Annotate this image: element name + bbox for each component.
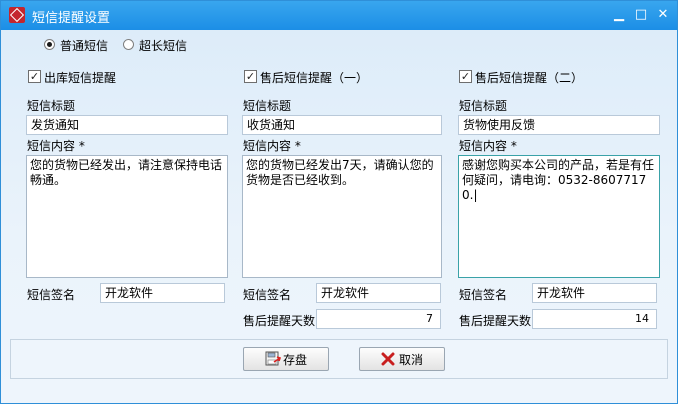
panel3-content-textarea[interactable]: 感谢您购买本公司的产品，若是有任何疑问，请电询：0532-86077170.| (458, 155, 660, 278)
aftersales-1-header[interactable]: 售后短信提醒（一） (260, 69, 368, 86)
app-logo-icon (9, 7, 25, 23)
save-button-label: 存盘 (282, 352, 307, 367)
panel3-title-input[interactable]: 货物使用反馈 (458, 115, 660, 135)
aftersales-2-header[interactable]: 售后短信提醒（二） (475, 69, 583, 86)
cancel-button-label: 取消 (398, 352, 423, 367)
panel3-content-label: 短信内容 * (459, 139, 517, 153)
panel2-title-input[interactable]: 收货通知 (242, 115, 442, 135)
panel2-sign-input[interactable]: 开龙软件 (316, 283, 441, 303)
radio-long-sms-label[interactable]: 超长短信 (139, 37, 187, 54)
checkbox-aftersales-1[interactable]: ✓ (244, 70, 257, 83)
panel3-sign-label: 短信签名 (459, 288, 508, 302)
panel3-days-input[interactable]: 14 (532, 309, 657, 329)
panel2-title-label: 短信标题 (243, 99, 292, 113)
panel3-sign-input[interactable]: 开龙软件 (532, 283, 657, 303)
button-bar (10, 339, 668, 379)
outbound-sms-header[interactable]: 出库短信提醒 (44, 69, 116, 86)
panel2-days-input[interactable]: 7 (316, 309, 441, 329)
radio-normal-sms[interactable] (44, 39, 55, 50)
close-icon[interactable]: ✕ (653, 6, 673, 24)
panel2-content-label: 短信内容 * (243, 139, 301, 153)
panel1-title-label: 短信标题 (27, 99, 76, 113)
checkbox-outbound-sms[interactable]: ✓ (28, 70, 41, 83)
panel2-days-label: 售后提醒天数 (243, 314, 316, 328)
dialog-body: 普通短信 超长短信 ✓ 出库短信提醒 短信标题 发货通知 短信内容 * 您的货物… (1, 30, 677, 403)
radio-long-sms[interactable] (123, 39, 134, 50)
panel1-sign-label: 短信签名 (27, 288, 76, 302)
save-disk-icon (265, 351, 281, 367)
checkbox-aftersales-2[interactable]: ✓ (459, 70, 472, 83)
panel2-sign-label: 短信签名 (243, 288, 292, 302)
panel2-content-textarea[interactable]: 您的货物已经发出7天，请确认您的货物是否已经收到。 (242, 155, 442, 278)
panel3-title-label: 短信标题 (459, 99, 508, 113)
sms-reminder-settings-window: 短信提醒设置 ▁ □ ✕ 普通短信 超长短信 ✓ 出库短信提醒 短信标题 发货通… (0, 0, 678, 404)
cancel-button[interactable]: 取消 (359, 347, 445, 371)
radio-normal-sms-label[interactable]: 普通短信 (60, 37, 108, 54)
panel1-sign-input[interactable]: 开龙软件 (100, 283, 225, 303)
panel1-content-textarea[interactable]: 您的货物已经发出，请注意保持电话畅通。 (26, 155, 228, 278)
save-button[interactable]: 存盘 (243, 347, 329, 371)
minimize-icon[interactable]: ▁ (609, 6, 629, 24)
red-x-icon (381, 352, 395, 366)
title-bar: 短信提醒设置 ▁ □ ✕ (1, 1, 677, 30)
maximize-icon[interactable]: □ (631, 6, 651, 24)
panel1-content-label: 短信内容 * (27, 139, 85, 153)
window-title: 短信提醒设置 (32, 11, 111, 26)
panel3-days-label: 售后提醒天数 (459, 314, 532, 328)
panel1-title-input[interactable]: 发货通知 (26, 115, 228, 135)
